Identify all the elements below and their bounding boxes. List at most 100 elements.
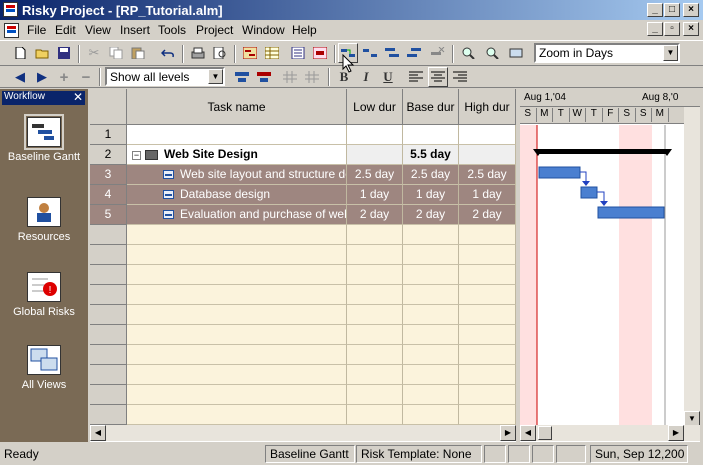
arrow-right-icon[interactable]: ▶ [32,67,52,87]
menu-tools[interactable]: Tools [158,23,186,37]
scroll-left-icon[interactable]: ◀ [520,425,536,441]
plus-icon[interactable]: + [54,67,74,87]
menu-file[interactable]: File [27,23,46,37]
column-header-task-name[interactable]: Task name [127,89,347,125]
cell-low[interactable]: 1 day [347,185,403,205]
cell-low[interactable] [347,405,403,425]
close-icon[interactable]: ✕ [73,90,83,104]
cell-base[interactable] [403,285,459,305]
cut-icon[interactable]: ✂ [84,43,104,63]
cell-high[interactable] [459,325,516,345]
cell-name[interactable]: − Web Site Design [127,145,347,165]
table-row[interactable] [90,245,516,265]
cell-name[interactable] [127,245,347,265]
scroll-right-icon[interactable]: ▶ [668,425,684,441]
cell-high[interactable]: 2 day [459,205,516,225]
table-row[interactable] [90,285,516,305]
menu-edit[interactable]: Edit [55,23,76,37]
row-number[interactable]: 5 [90,205,127,225]
cell-high[interactable]: 1 day [459,185,516,205]
cell-name[interactable] [127,365,347,385]
cell-base[interactable] [403,365,459,385]
minimize-button[interactable]: _ [647,3,663,17]
chart-view-icon[interactable] [310,43,330,63]
report-view-icon[interactable] [288,43,308,63]
chevron-down-icon[interactable]: ▼ [663,45,678,61]
paste-icon[interactable] [128,43,148,63]
table-row[interactable] [90,325,516,345]
table-row[interactable] [90,345,516,365]
cell-high[interactable] [459,365,516,385]
table-row[interactable] [90,265,516,285]
cost-grid-icon[interactable] [302,67,322,87]
cell-name[interactable]: Web site layout and structure desi [127,165,347,185]
row-number[interactable] [90,245,127,265]
gantt-vertical-scrollbar[interactable]: ▼ [684,107,700,427]
table-row[interactable]: 5 Evaluation and purchase of web s2 day 2 … [90,205,516,225]
undo-icon[interactable] [158,43,178,63]
row-number[interactable] [90,385,127,405]
print-icon[interactable] [188,43,208,63]
row-number[interactable] [90,345,127,365]
column-header-high-dur[interactable]: High dur [459,89,516,125]
menu-help[interactable]: Help [292,23,317,37]
cell-high[interactable] [459,405,516,425]
arrow-left-icon[interactable]: ◀ [10,67,30,87]
table-row[interactable] [90,305,516,325]
cell-low[interactable] [347,145,403,165]
cell-name[interactable] [127,125,347,145]
cell-low[interactable]: 2.5 day [347,165,403,185]
cell-base[interactable] [403,225,459,245]
copy-icon[interactable] [106,43,126,63]
minus-icon[interactable]: − [76,67,96,87]
menu-insert[interactable]: Insert [120,23,150,37]
print-preview-icon[interactable] [210,43,230,63]
cell-low[interactable] [347,345,403,365]
delete-link-icon[interactable] [428,43,448,63]
cell-high[interactable] [459,225,516,245]
cell-low[interactable] [347,245,403,265]
table-row[interactable]: 1 [90,125,516,145]
cell-base[interactable] [403,385,459,405]
workflow-item-global-risks[interactable]: ! Global Risks [0,272,88,318]
grid-horizontal-scrollbar[interactable]: ◀ ▶ [90,425,516,441]
cell-name[interactable]: Database design [127,185,347,205]
collapse-toggle-icon[interactable]: − [132,151,141,160]
cell-low[interactable] [347,225,403,245]
cell-high[interactable] [459,385,516,405]
cell-base[interactable] [403,245,459,265]
cell-base[interactable] [403,325,459,345]
cell-low[interactable] [347,265,403,285]
cell-base[interactable]: 5.5 day [403,145,459,165]
cell-high[interactable] [459,145,516,165]
workflow-item-resources[interactable]: Resources [0,197,88,243]
align-center-icon[interactable] [428,67,448,87]
zoom-fit-icon[interactable] [506,43,526,63]
cell-low[interactable] [347,285,403,305]
table-row[interactable]: 4 Database design 1 day 1 day 1 day [90,185,516,205]
table-row[interactable]: 2− Web Site Design 5.5 day [90,145,516,165]
row-number[interactable]: 1 [90,125,127,145]
zoom-level-select[interactable]: Zoom in Days ▼ [534,43,680,63]
cell-base[interactable] [403,265,459,285]
row-number[interactable] [90,225,127,245]
cell-name[interactable]: Evaluation and purchase of web s [127,205,347,225]
column-header-base-dur[interactable]: Base dur [403,89,459,125]
cell-name[interactable] [127,405,347,425]
open-folder-icon[interactable] [32,43,52,63]
table-row[interactable] [90,405,516,425]
scroll-right-icon[interactable]: ▶ [500,425,516,441]
chevron-down-icon[interactable]: ▼ [208,69,223,84]
cell-name[interactable] [127,285,347,305]
cell-base[interactable]: 1 day [403,185,459,205]
row-number[interactable] [90,305,127,325]
row-number[interactable] [90,285,127,305]
cell-low[interactable] [347,325,403,345]
cell-high[interactable] [459,305,516,325]
cell-low[interactable]: 2 day [347,205,403,225]
row-number[interactable] [90,405,127,425]
menu-project[interactable]: Project [196,23,233,37]
cell-base[interactable] [403,125,459,145]
table-row[interactable] [90,225,516,245]
gantt-view-icon[interactable] [240,43,260,63]
